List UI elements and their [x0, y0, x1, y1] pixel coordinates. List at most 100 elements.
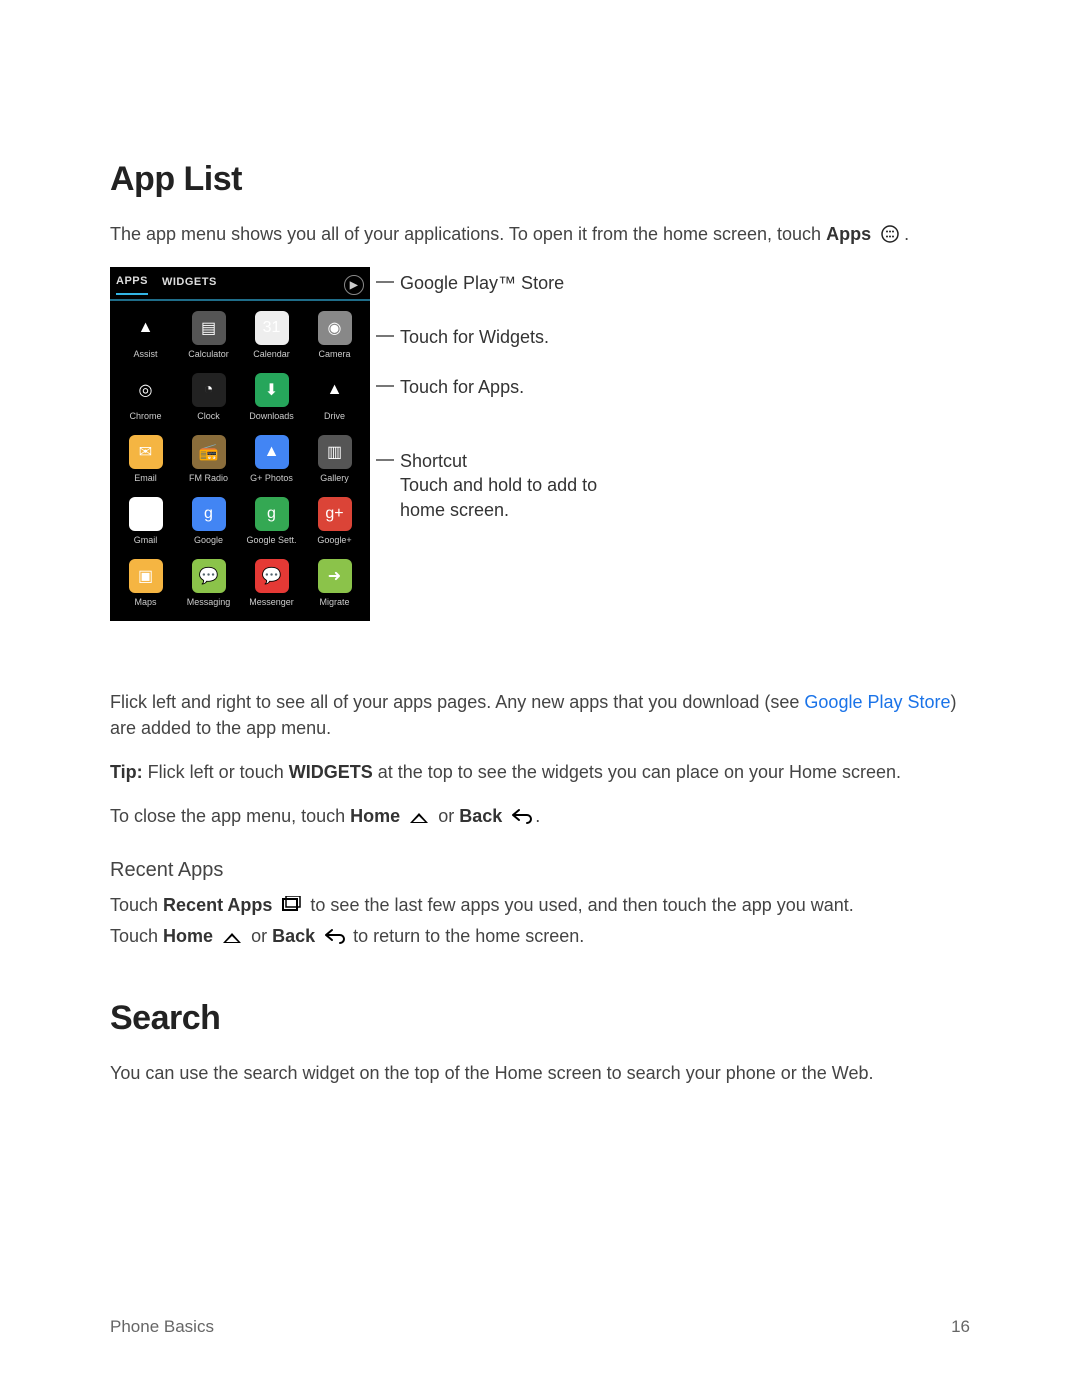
recent1-post: to see the last few apps you used, and t… — [305, 895, 853, 915]
recent-line2: Touch Home or Back to return to the home… — [110, 923, 970, 949]
intro-pre: The app menu shows you all of your appli… — [110, 224, 826, 244]
tab-underline — [110, 299, 370, 301]
app-label: Gmail — [134, 535, 158, 545]
app-icon-messaging: 💬Messaging — [179, 559, 238, 607]
intro-paragraph: The app menu shows you all of your appli… — [110, 221, 970, 247]
close-back-bold: Back — [459, 806, 502, 826]
app-icon-clock: ◔Clock — [179, 373, 238, 421]
app-icon-g-photos: ▲ G+ Photos — [242, 435, 301, 483]
recent1-pre: Touch — [110, 895, 163, 915]
document-page: App List The app menu shows you all of y… — [0, 0, 1080, 1397]
close-post: . — [535, 806, 540, 826]
tip-pre: Flick left or touch — [143, 762, 289, 782]
app-label: Calendar — [253, 349, 290, 359]
app-label: Chrome — [129, 411, 161, 421]
app-icon-maps: ▣Maps — [116, 559, 175, 607]
app-glyph-icon: 📻 — [192, 435, 226, 469]
app-icon-chrome: ◎ Chrome — [116, 373, 175, 421]
app-glyph-icon: ▤ — [192, 311, 226, 345]
callout-apps: Touch for Apps. — [400, 375, 524, 399]
app-label: Email — [134, 473, 157, 483]
app-label: Google — [194, 535, 223, 545]
app-icon-google-: g+ Google+ — [305, 497, 364, 545]
callout-shortcut: Shortcut Touch and hold to add to home s… — [400, 449, 597, 522]
tip-post: at the top to see the widgets you can pl… — [373, 762, 901, 782]
app-glyph-icon: ◎ — [129, 373, 163, 407]
phone-tabbar: APPS WIDGETS ▶ — [110, 267, 370, 299]
callout-playstore: Google Play™ Store — [400, 271, 564, 295]
app-glyph-icon: ▲ — [255, 435, 289, 469]
intro-bold: Apps — [826, 224, 871, 244]
footer-left: Phone Basics — [110, 1317, 214, 1337]
close-pre: To close the app menu, touch — [110, 806, 350, 826]
app-list-figure: APPS WIDGETS ▶ ▲ Assist ▤ Calculator 31 Calen… — [110, 267, 970, 661]
figure-callouts: Google Play™ Store Touch for Widgets. To… — [400, 267, 680, 661]
app-glyph-icon: ✉ — [129, 435, 163, 469]
app-icon-google-sett-: gGoogle Sett. — [242, 497, 301, 545]
recent2-or: or — [246, 926, 272, 946]
google-play-store-link[interactable]: Google Play Store — [804, 692, 950, 712]
app-icon-gallery: ▥ Gallery — [305, 435, 364, 483]
app-glyph-icon: ◉ — [318, 311, 352, 345]
tab-widgets: WIDGETS — [162, 276, 217, 294]
page-footer: Phone Basics 16 — [110, 1317, 970, 1337]
app-label: Camera — [318, 349, 350, 359]
app-label: Messenger — [249, 597, 294, 607]
app-label: Google Sett. — [246, 535, 296, 545]
app-label: Gallery — [320, 473, 349, 483]
play-store-icon: ▶ — [344, 275, 364, 295]
app-label: Downloads — [249, 411, 294, 421]
app-label: Migrate — [319, 597, 349, 607]
flick-paragraph: Flick left and right to see all of your … — [110, 689, 970, 741]
heading-search: Search — [110, 999, 970, 1038]
app-label: Drive — [324, 411, 345, 421]
phone-screenshot: APPS WIDGETS ▶ ▲ Assist ▤ Calculator 31 Calen… — [110, 267, 370, 621]
app-icon-google: g Google — [179, 497, 238, 545]
app-glyph-icon: ▥ — [318, 435, 352, 469]
app-label: Google+ — [317, 535, 351, 545]
app-glyph-icon: 💬 — [192, 559, 226, 593]
tip-paragraph: Tip: Flick left or touch WIDGETS at the … — [110, 759, 970, 785]
app-icon-calendar: 31 Calendar — [242, 311, 301, 359]
recent-line1: Touch Recent Apps to see the last few ap… — [110, 892, 970, 918]
recent2-pre: Touch — [110, 926, 163, 946]
app-label: G+ Photos — [250, 473, 293, 483]
apps-button-icon — [878, 224, 902, 242]
app-label: FM Radio — [189, 473, 228, 483]
tab-apps: APPS — [116, 275, 148, 295]
app-label: Calculator — [188, 349, 229, 359]
close-home-bold: Home — [350, 806, 400, 826]
app-icon-gmail: M Gmail — [116, 497, 175, 545]
app-grid: ▲ Assist ▤ Calculator 31 Calendar ◉ Camera ◎ Chro… — [110, 311, 370, 607]
app-icon-downloads: ⬇ Downloads — [242, 373, 301, 421]
app-icon-calculator: ▤ Calculator — [179, 311, 238, 359]
app-label: Assist — [133, 349, 157, 359]
recent2-post: to return to the home screen. — [348, 926, 584, 946]
intro-post: . — [904, 224, 909, 244]
flick-pre: Flick left and right to see all of your … — [110, 692, 804, 712]
app-glyph-icon: ⬇ — [255, 373, 289, 407]
app-glyph-icon: ➜ — [318, 559, 352, 593]
heading-app-list: App List — [110, 160, 970, 199]
app-icon-migrate: ➜ Migrate — [305, 559, 364, 607]
app-label: Clock — [197, 411, 220, 421]
callout-widgets: Touch for Widgets. — [400, 325, 549, 349]
footer-page-number: 16 — [951, 1317, 970, 1337]
app-glyph-icon: 💬 — [255, 559, 289, 593]
app-glyph-icon: 31 — [255, 311, 289, 345]
tip-label: Tip: — [110, 762, 143, 782]
app-glyph-icon: g — [192, 497, 226, 531]
home-icon — [220, 927, 244, 945]
app-glyph-icon: g+ — [318, 497, 352, 531]
subheading-recent-apps: Recent Apps — [110, 859, 970, 882]
app-glyph-icon: ▲ — [129, 311, 163, 345]
app-icon-camera: ◉ Camera — [305, 311, 364, 359]
home-icon — [407, 807, 431, 825]
app-icon-fm-radio: 📻 FM Radio — [179, 435, 238, 483]
app-glyph-icon: ▣ — [129, 559, 163, 593]
app-glyph-icon: M — [129, 497, 163, 531]
app-glyph-icon: ▲ — [318, 373, 352, 407]
back-icon — [509, 806, 533, 824]
app-icon-drive: ▲ Drive — [305, 373, 364, 421]
app-icon-email: ✉ Email — [116, 435, 175, 483]
